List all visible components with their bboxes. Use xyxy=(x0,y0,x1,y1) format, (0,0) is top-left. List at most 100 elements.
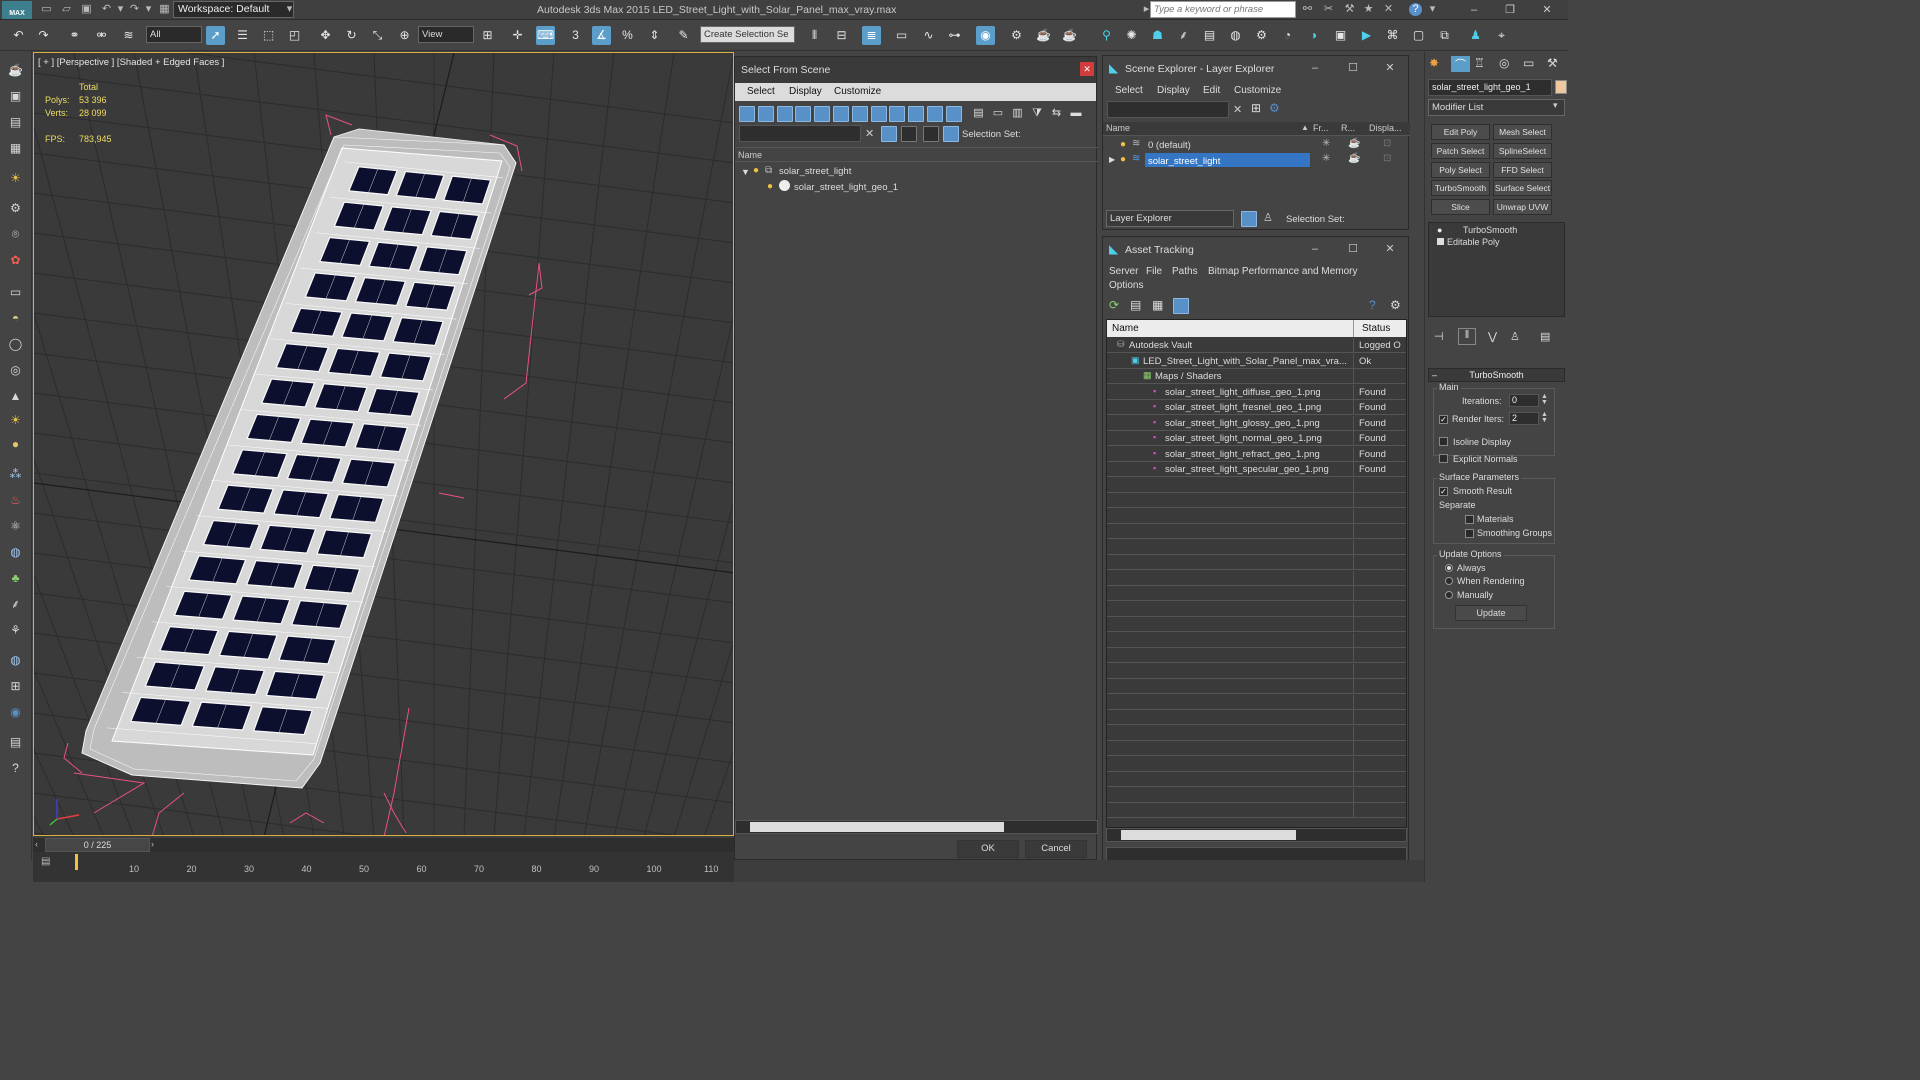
create-system-icon[interactable]: ✿ xyxy=(5,251,26,269)
menu-server[interactable]: Server xyxy=(1109,266,1138,277)
menu-bitmap-performance[interactable]: Bitmap Performance and Memory xyxy=(1208,266,1358,277)
select-object-icon[interactable]: ➚ xyxy=(206,26,225,45)
render-iters-input[interactable]: 2 xyxy=(1509,412,1539,425)
select-manipulate-icon[interactable]: ✛ xyxy=(508,26,527,45)
minimize-icon[interactable]: – xyxy=(1464,2,1484,18)
expand-arrow-icon[interactable]: ▼ xyxy=(741,167,750,177)
modifier-button-poly-select[interactable]: Poly Select xyxy=(1431,161,1490,178)
menu-customize[interactable]: Customize xyxy=(834,86,881,97)
vray-info-icon[interactable]: ◉ xyxy=(5,703,26,721)
time-next-icon[interactable]: › xyxy=(151,839,154,849)
redo-icon[interactable]: ↷ xyxy=(34,26,53,45)
configure-sets-icon[interactable]: ▤ xyxy=(1540,330,1550,343)
bones-filter-icon[interactable] xyxy=(908,106,925,122)
rotate-icon[interactable]: ↻ xyxy=(342,26,361,45)
lightbulb-icon[interactable]: ● xyxy=(1120,139,1126,150)
help-icon[interactable]: ? xyxy=(1409,3,1422,16)
minimize-icon[interactable]: – xyxy=(1305,60,1325,76)
place-icon[interactable]: ⊕ xyxy=(395,26,414,45)
close-icon[interactable]: ✕ xyxy=(1537,2,1557,18)
table-row[interactable] xyxy=(1107,524,1406,539)
named-selection-set-dropdown[interactable]: Create Selection Se xyxy=(700,26,795,43)
ok-button[interactable]: OK xyxy=(957,840,1019,858)
lightbulb-icon[interactable]: ● xyxy=(1437,225,1442,235)
create-helper-icon[interactable]: ⌾ xyxy=(5,225,26,243)
tree-sync-icon[interactable]: ⇆ xyxy=(1049,106,1064,121)
stack-expand-icon[interactable] xyxy=(1437,238,1444,245)
schematic-view-icon[interactable]: ⊶ xyxy=(945,26,964,45)
table-row[interactable] xyxy=(1107,539,1406,555)
column-header[interactable]: Name xyxy=(735,147,1098,162)
question-icon[interactable]: ? xyxy=(5,759,26,777)
modifier-button-patch-select[interactable]: Patch Select xyxy=(1431,142,1490,159)
asset-horizontal-scrollbar[interactable] xyxy=(1106,828,1407,842)
redo-small-icon[interactable]: ↷ xyxy=(128,3,141,16)
render-teapot-icon[interactable]: ☕ xyxy=(1348,138,1360,149)
table-row[interactable] xyxy=(1107,477,1406,493)
pivot-center-icon[interactable]: ⊞ xyxy=(478,26,497,45)
menu-display[interactable]: Display xyxy=(789,86,822,97)
spinner-snap-icon[interactable]: ⇕ xyxy=(645,26,664,45)
explorer-type-dropdown[interactable]: Layer Explorer xyxy=(1106,210,1234,227)
search-input[interactable]: Type a keyword or phrase xyxy=(1150,1,1296,18)
helpers-filter-icon[interactable] xyxy=(833,106,849,122)
maximize-icon[interactable]: ☐ xyxy=(1343,60,1363,76)
update-button[interactable]: Update xyxy=(1455,605,1527,621)
create-sphere-icon[interactable]: ◯ xyxy=(5,335,26,353)
doc-icon[interactable]: ▤ xyxy=(5,733,26,751)
pin-stack-icon[interactable]: ⊣ xyxy=(1434,330,1444,343)
menu-select[interactable]: Select xyxy=(747,86,775,97)
hair-fur-icon[interactable]: ⸙ xyxy=(5,595,26,613)
vray-sphere-icon[interactable]: ◍ xyxy=(1226,26,1245,45)
unlink-icon[interactable]: ⚮ xyxy=(92,26,111,45)
modifier-list-dropdown[interactable]: Modifier List xyxy=(1428,99,1565,116)
vray-options-icon[interactable]: ⚙ xyxy=(1252,26,1271,45)
table-row[interactable] xyxy=(1107,663,1406,679)
modifier-button-ffd-select[interactable]: FFD Select xyxy=(1493,161,1552,178)
select-children-icon[interactable]: ⊞ xyxy=(1251,101,1261,115)
material-editor-icon[interactable]: ◉ xyxy=(976,26,995,45)
lights-filter-icon[interactable] xyxy=(795,106,812,122)
close-icon[interactable]: ✕ xyxy=(1080,62,1094,76)
globe-icon[interactable]: ◍ xyxy=(5,543,26,561)
table-row[interactable] xyxy=(1107,679,1406,694)
lightbulb-icon[interactable]: ● xyxy=(1120,154,1126,165)
table-row[interactable] xyxy=(1107,741,1406,756)
object-color-swatch[interactable] xyxy=(1555,80,1567,94)
layers-icon[interactable] xyxy=(923,126,939,142)
table-row[interactable] xyxy=(1107,508,1406,524)
undo-small-icon[interactable]: ↶ xyxy=(100,3,113,16)
layer-solar-street-light[interactable]: solar_street_light xyxy=(1148,156,1220,167)
close-icon[interactable]: ✕ xyxy=(1380,60,1400,76)
create-grid-icon[interactable]: ▦ xyxy=(5,139,26,157)
maximize-icon[interactable]: ☐ xyxy=(1343,241,1363,257)
render-iters-spinner-icon[interactable]: ▲ ▼ xyxy=(1541,411,1548,424)
layer-default[interactable]: 0 (default) xyxy=(1148,140,1191,151)
filter-toggle-icon[interactable] xyxy=(881,126,897,142)
create-torus-icon[interactable]: ◎ xyxy=(5,361,26,379)
scrollbar-thumb[interactable] xyxy=(750,822,1004,832)
select-none-icon[interactable]: ▭ xyxy=(991,106,1006,121)
table-row[interactable] xyxy=(1107,648,1406,663)
all-types-icon[interactable] xyxy=(739,106,755,122)
stack-editable-poly[interactable]: Editable Poly xyxy=(1447,237,1500,247)
modifier-button-slice[interactable]: Slice xyxy=(1431,199,1490,216)
table-row[interactable] xyxy=(1107,694,1406,710)
menu-customize[interactable]: Customize xyxy=(1234,85,1281,96)
help-icon[interactable]: ? xyxy=(1369,298,1376,312)
time-prev-icon[interactable]: ‹ xyxy=(35,839,38,849)
select-dependents-icon[interactable]: ⚙ xyxy=(1269,101,1280,115)
create-light-icon[interactable]: ☀ xyxy=(5,169,26,187)
modifier-button-splineselect[interactable]: SplineSelect xyxy=(1493,142,1552,159)
edit-named-selection-icon[interactable]: ✎ xyxy=(674,26,693,45)
create-text-icon[interactable]: ▤ xyxy=(5,113,26,131)
create-teapot-icon[interactable]: ☕ xyxy=(5,61,26,79)
vray-proxy-icon[interactable]: ☗ xyxy=(1148,26,1167,45)
dialog-title[interactable]: Select From Scene xyxy=(735,57,1096,83)
save-icon[interactable]: ▣ xyxy=(80,3,93,16)
table-row[interactable] xyxy=(1107,555,1406,570)
time-slider[interactable]: ‹ 0 / 225 › xyxy=(33,838,734,852)
modifier-button-unwrap-uvw[interactable]: Unwrap UVW xyxy=(1493,199,1552,216)
cloth-icon[interactable]: ⚘ xyxy=(5,621,26,639)
favorites-star-icon[interactable]: ★ xyxy=(1362,3,1375,16)
